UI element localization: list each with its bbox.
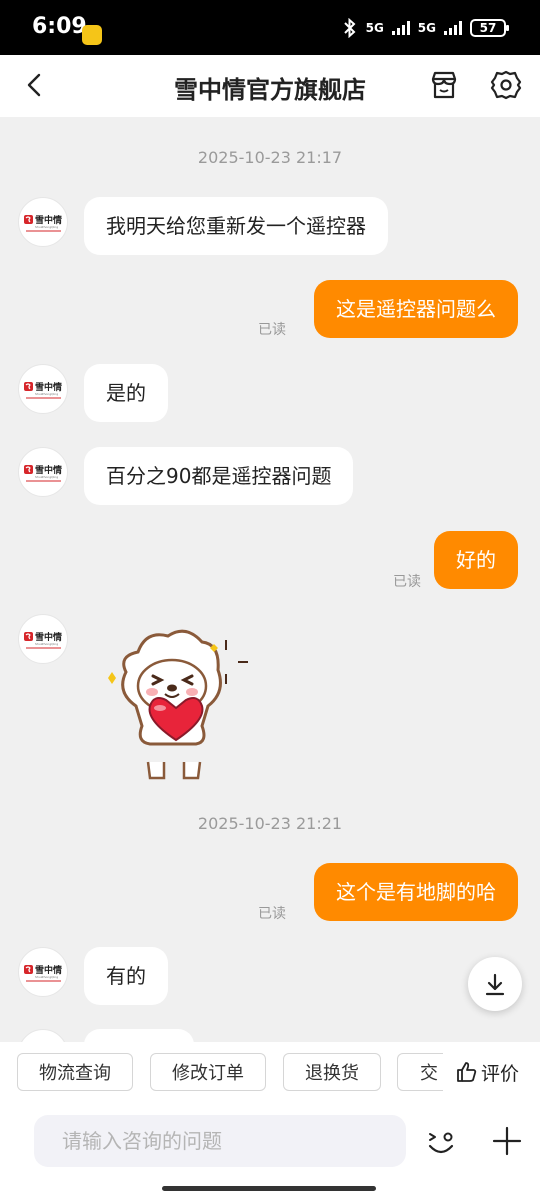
gear-icon — [490, 70, 522, 100]
store-icon — [431, 71, 457, 99]
store-button[interactable] — [426, 67, 462, 103]
shop-avatar[interactable]: 雪中情 ShuiZhongQing — [18, 197, 68, 247]
svg-text:ShuiZhongQing: ShuiZhongQing — [35, 392, 58, 396]
message-bubble-incoming[interactable]: 百分之90都是遥控器问题 — [84, 447, 354, 505]
message-bubble-incoming[interactable]: 有的 — [84, 947, 168, 1005]
dog-heart-sticker-icon — [108, 629, 248, 780]
network-label-2: 5G — [417, 21, 436, 35]
shop-avatar[interactable]: 雪中情 ShuiZhongQing — [18, 364, 68, 414]
signal-icon-2 — [444, 21, 462, 35]
message-bubble-incoming[interactable]: 我明天给您重新发一个遥控器 — [84, 197, 388, 255]
battery-icon: 57 — [470, 19, 509, 37]
message-bubble-outgoing[interactable]: 好的 — [434, 531, 518, 589]
shop-logo-icon: 雪中情 ShuiZhongQing — [24, 964, 62, 982]
read-receipt: 已读 — [258, 906, 286, 922]
shop-logo-icon: 雪中情 ShuiZhongQing — [24, 214, 62, 232]
status-indicators: 5G 5G 57 — [342, 18, 509, 38]
logistics-query-chip[interactable]: 物流查询 — [17, 1053, 133, 1091]
bluetooth-icon — [343, 18, 356, 38]
thumbs-up-icon — [457, 1062, 477, 1082]
status-bar: 6:09 5G 5G 57 — [0, 0, 540, 55]
notification-app-icon — [82, 25, 102, 45]
svg-text:ShuiZhongQing: ShuiZhongQing — [35, 475, 58, 479]
sticker-dog-holding-heart[interactable] — [98, 622, 258, 782]
network-label-1: 5G — [365, 21, 384, 35]
message-bubble-outgoing[interactable]: 这是遥控器问题么 — [314, 280, 518, 338]
quick-actions-bar: 物流查询 修改订单 退换货 交 评价 — [0, 1042, 540, 1106]
svg-text:ShuiZhongQing: ShuiZhongQing — [35, 975, 58, 979]
shop-avatar[interactable] — [18, 1029, 68, 1042]
message-bubble-incoming[interactable]: 是的 — [84, 364, 168, 422]
scroll-to-bottom-button[interactable] — [468, 957, 522, 1011]
svg-text:ShuiZhongQing: ShuiZhongQing — [35, 225, 58, 229]
read-receipt: 已读 — [258, 322, 286, 338]
emoji-button[interactable] — [420, 1120, 462, 1162]
message-timestamp: 2025-10-23 21:17 — [197, 148, 343, 167]
add-attachment-button[interactable] — [486, 1120, 528, 1162]
return-exchange-chip[interactable]: 退换货 — [283, 1053, 381, 1091]
chat-messages[interactable]: 2025-10-23 21:17 雪中情 ShuiZhongQing 我明天给您… — [0, 117, 540, 1042]
home-indicator[interactable] — [162, 1186, 376, 1191]
read-receipt: 已读 — [393, 574, 421, 590]
svg-text:ShuiZhongQing: ShuiZhongQing — [35, 642, 58, 646]
modify-order-chip[interactable]: 修改订单 — [150, 1053, 266, 1091]
settings-button[interactable] — [488, 67, 524, 103]
shop-avatar[interactable]: 雪中情 ShuiZhongQing — [18, 447, 68, 497]
message-input-bar — [0, 1106, 540, 1200]
review-label: 评价 — [481, 1062, 520, 1085]
status-time: 6:09 — [32, 14, 87, 39]
battery-level: 57 — [479, 21, 497, 35]
shop-logo-icon: 雪中情 ShuiZhongQing — [24, 464, 62, 482]
message-timestamp: 2025-10-23 21:21 — [197, 814, 343, 833]
message-input[interactable] — [34, 1115, 406, 1167]
shop-avatar[interactable]: 雪中情 ShuiZhongQing — [18, 614, 68, 664]
arrow-down-icon — [485, 973, 505, 996]
emoji-icon — [428, 1132, 454, 1154]
review-button[interactable]: 评价 — [443, 1042, 540, 1102]
signal-icon-1 — [391, 21, 410, 35]
shop-logo-icon: 雪中情 ShuiZhongQing — [24, 631, 62, 649]
message-bubble-incoming-partial[interactable] — [84, 1029, 194, 1042]
shop-logo-icon: 雪中情 ShuiZhongQing — [24, 381, 62, 399]
message-bubble-outgoing[interactable]: 这个是有地脚的哈 — [314, 863, 518, 921]
chat-header: 雪中情官方旗舰店 — [0, 55, 540, 117]
shop-avatar[interactable]: 雪中情 ShuiZhongQing — [18, 947, 68, 997]
plus-icon — [492, 1126, 522, 1156]
